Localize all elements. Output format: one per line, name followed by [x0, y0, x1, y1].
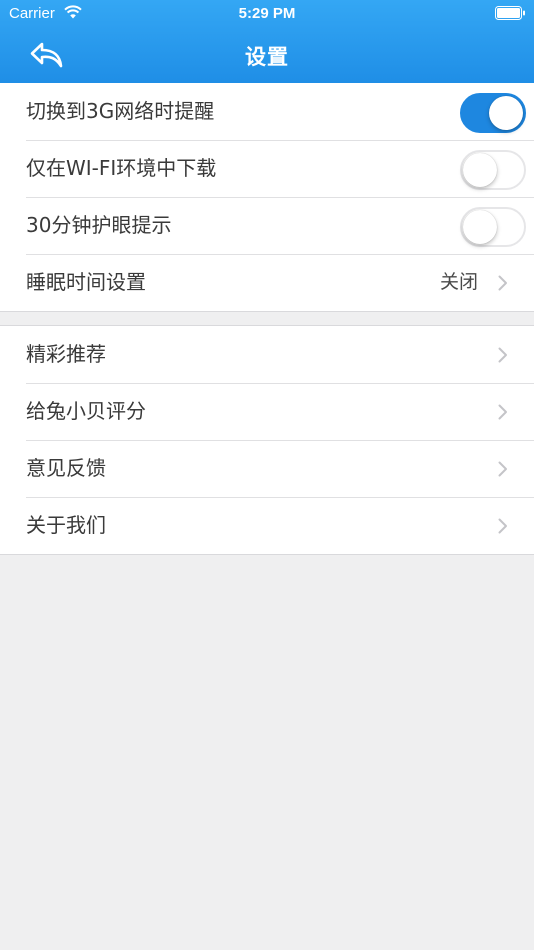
toggle-wifi-only[interactable]	[460, 150, 526, 190]
toggle-knob	[489, 96, 523, 130]
setting-row-sleep-time[interactable]: 睡眠时间设置 关闭	[0, 254, 534, 311]
menu-row-feedback[interactable]: 意见反馈	[0, 440, 534, 497]
settings-group-about: 精彩推荐 给兔小贝评分 意见反馈 关于我们	[0, 325, 534, 555]
toggle-eye-care[interactable]	[460, 207, 526, 247]
setting-label: 切换到3G网络时提醒	[26, 99, 215, 123]
toggle-knob	[463, 210, 497, 244]
chevron-right-icon	[498, 461, 507, 477]
toggle-3g-reminder[interactable]	[460, 93, 526, 133]
settings-screen: Carrier 5:29 PM 设置 切换到3G网络时提醒 仅在WI-FI环境中…	[0, 0, 534, 950]
status-time: 5:29 PM	[238, 5, 296, 22]
menu-row-rate-app[interactable]: 给兔小贝评分	[0, 383, 534, 440]
menu-label: 精彩推荐	[26, 342, 106, 366]
chevron-right-icon	[498, 404, 507, 420]
toggle-knob	[463, 153, 497, 187]
setting-label: 30分钟护眼提示	[26, 213, 172, 237]
battery-icon	[495, 6, 525, 20]
setting-row-eye-care: 30分钟护眼提示	[0, 197, 534, 254]
chevron-right-icon	[498, 518, 507, 534]
chevron-right-icon	[498, 347, 507, 363]
setting-value: 关闭	[439, 271, 478, 293]
page-title: 设置	[245, 45, 289, 69]
menu-row-about-us[interactable]: 关于我们	[0, 497, 534, 554]
menu-label: 关于我们	[26, 513, 106, 537]
chevron-right-icon	[498, 275, 507, 291]
menu-row-recommendations[interactable]: 精彩推荐	[0, 326, 534, 383]
status-bar: Carrier 5:29 PM	[0, 0, 534, 28]
menu-label: 给兔小贝评分	[26, 399, 146, 423]
setting-row-3g-reminder: 切换到3G网络时提醒	[0, 83, 534, 140]
settings-group-preferences: 切换到3G网络时提醒 仅在WI-FI环境中下载 30分钟护眼提示 睡眠时间设置 …	[0, 83, 534, 312]
setting-row-wifi-only: 仅在WI-FI环境中下载	[0, 140, 534, 197]
nav-bar: 设置	[0, 28, 534, 83]
setting-label: 仅在WI-FI环境中下载	[26, 156, 217, 180]
menu-label: 意见反馈	[26, 456, 106, 480]
setting-label: 睡眠时间设置	[26, 270, 146, 294]
header: Carrier 5:29 PM 设置	[0, 0, 534, 83]
